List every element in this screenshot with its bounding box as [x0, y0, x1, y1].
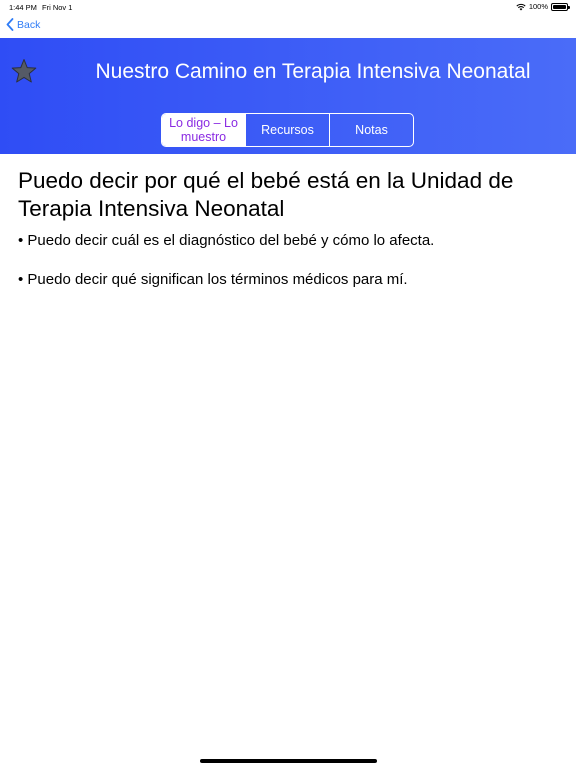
tab-lo-digo-lo-muestro[interactable]: Lo digo – Lo muestro — [162, 114, 245, 146]
section-heading: Puedo decir por qué el bebé está en la U… — [18, 168, 514, 221]
navigation-bar: Back — [0, 14, 576, 38]
tab-bar: Lo digo – Lo muestro Recursos Notas — [161, 113, 414, 147]
status-time: 1:44 PM — [9, 3, 37, 12]
home-indicator — [200, 759, 377, 763]
status-indicators: 100% — [516, 2, 570, 11]
tab-notas[interactable]: Notas — [329, 114, 413, 146]
battery-icon — [551, 2, 570, 11]
content-area: Puedo decir por qué el bebé está en la U… — [18, 167, 566, 290]
status-date: Fri Nov 1 — [42, 3, 73, 12]
page-title: Nuestro Camino en Terapia Intensiva Neon… — [95, 60, 531, 83]
back-button[interactable]: Back — [6, 18, 40, 31]
header: Nuestro Camino en Terapia Intensiva Neon… — [0, 38, 576, 154]
status-bar: 1:44 PM Fri Nov 1 100% — [0, 0, 576, 14]
battery-percent: 100% — [528, 2, 548, 11]
back-label: Back — [17, 18, 41, 31]
chevron-left-icon — [6, 18, 14, 31]
list-item: • Puedo decir cuál es el diagnóstico del… — [18, 232, 435, 249]
star-icon[interactable] — [11, 58, 37, 84]
list-item: • Puedo decir qué significan los término… — [18, 271, 408, 288]
tab-recursos[interactable]: Recursos — [245, 114, 329, 146]
wifi-icon — [516, 3, 526, 10]
